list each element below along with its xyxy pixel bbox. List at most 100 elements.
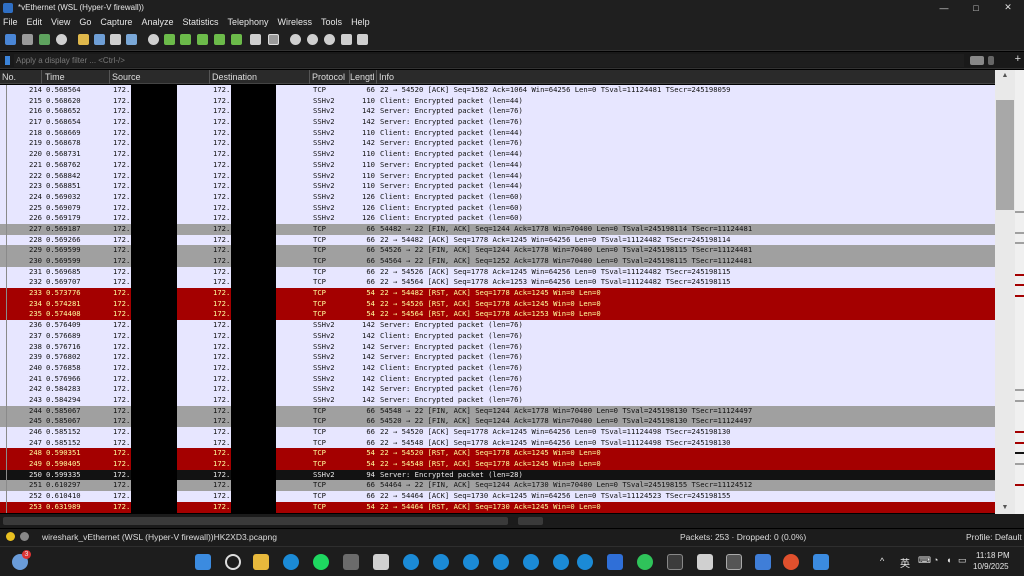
clock-date[interactable]: 10/9/2025 (973, 562, 1009, 571)
file-explorer-icon[interactable] (253, 554, 269, 570)
open-file-icon[interactable] (78, 34, 89, 45)
display-filter-bar: + (0, 52, 1024, 69)
menu-tools[interactable]: Tools (321, 17, 342, 27)
zoom-out-icon[interactable] (307, 34, 318, 45)
column-destination[interactable]: Destination (212, 72, 257, 82)
column-no[interactable]: No. (2, 72, 16, 82)
line-icon[interactable] (637, 554, 653, 570)
autoscroll-icon[interactable] (250, 34, 261, 45)
profile-label[interactable]: Profile: Default (966, 532, 1022, 542)
packet-no: 233 (29, 288, 42, 298)
keyboard-icon[interactable]: ⌨ (918, 555, 931, 566)
app-icon-e[interactable] (813, 554, 829, 570)
save-file-icon[interactable] (94, 34, 105, 45)
scroll-up-icon[interactable]: ▲ (996, 72, 1014, 80)
menu-go[interactable]: Go (79, 17, 91, 27)
edge-profile-icon-3[interactable] (463, 554, 479, 570)
menu-wireless[interactable]: Wireless (278, 17, 313, 27)
edge-profile-icon-7[interactable] (577, 554, 593, 570)
zoom-reset-icon[interactable] (324, 34, 335, 45)
packet-src: 172. (113, 373, 131, 383)
filter-history-icon[interactable] (988, 56, 994, 65)
menu-view[interactable]: View (51, 17, 70, 27)
display-filter-input[interactable] (14, 54, 964, 67)
restart-capture-icon[interactable] (39, 34, 50, 45)
go-last-icon[interactable] (231, 34, 242, 45)
reload-file-icon[interactable] (126, 34, 137, 45)
battery-icon[interactable]: ▭ (958, 555, 967, 566)
expert-info-icon[interactable] (6, 532, 15, 541)
packet-len: 126 (362, 191, 375, 201)
horizontal-scroll-thumb-secondary[interactable] (518, 517, 543, 525)
horizontal-scroll-thumb[interactable] (3, 517, 508, 525)
menu-help[interactable]: Help (351, 17, 370, 27)
wifi-icon[interactable]: ◔ (933, 555, 938, 565)
packet-list-scrollbar[interactable]: ▲ ▼ (995, 70, 1015, 514)
capture-comment-icon[interactable] (20, 532, 29, 541)
colorize-icon[interactable] (268, 34, 279, 45)
edge-profile-icon-6[interactable] (553, 554, 569, 570)
start-capture-icon[interactable] (5, 34, 16, 45)
packet-time: 0.568669 (46, 127, 81, 137)
menu-edit[interactable]: Edit (27, 17, 43, 27)
edge-profile-icon-5[interactable] (523, 554, 539, 570)
add-filter-button-icon[interactable]: + (1015, 53, 1021, 65)
app-icon-a[interactable] (343, 554, 359, 570)
column-source[interactable]: Source (112, 72, 141, 82)
close-icon[interactable]: ✕ (992, 0, 1024, 15)
capture-options-icon[interactable] (56, 34, 67, 45)
clock-time[interactable]: 11:18 PM (976, 551, 1010, 560)
expand-subtrees-icon[interactable] (357, 34, 368, 45)
edge-profile-icon-2[interactable] (433, 554, 449, 570)
close-file-icon[interactable] (110, 34, 121, 45)
minimize-icon[interactable]: — (928, 0, 960, 15)
go-to-packet-icon[interactable] (197, 34, 208, 45)
terminal-icon[interactable] (667, 554, 683, 570)
edge-profile-icon-4[interactable] (493, 554, 509, 570)
go-forward-icon[interactable] (180, 34, 191, 45)
apply-filter-icon[interactable] (970, 56, 984, 65)
stop-capture-icon[interactable] (22, 34, 33, 45)
search-icon[interactable] (225, 554, 241, 570)
app-icon-d[interactable] (783, 554, 799, 570)
app-icon-c[interactable] (697, 554, 713, 570)
tray-overflow-icon[interactable]: ^ (880, 556, 884, 566)
packet-src: 172. (113, 191, 131, 201)
packet-dst: 172. (213, 320, 231, 330)
packet-time: 0.610410 (46, 491, 81, 501)
wireshark-taskbar-icon[interactable] (755, 554, 771, 570)
snipping-tool-icon[interactable] (726, 554, 742, 570)
input-language[interactable]: 英 (900, 555, 910, 570)
spotify-icon[interactable] (313, 554, 329, 570)
packet-len: 66 (366, 266, 375, 276)
zoom-in-icon[interactable] (290, 34, 301, 45)
edge-icon[interactable] (283, 554, 299, 570)
menu-analyze[interactable]: Analyze (141, 17, 173, 27)
volume-icon[interactable]: ◖ (946, 555, 951, 565)
menu-statistics[interactable]: Statistics (182, 17, 218, 27)
go-first-icon[interactable] (214, 34, 225, 45)
column-time[interactable]: Time (45, 72, 65, 82)
app-icon-b[interactable] (373, 554, 389, 570)
go-back-icon[interactable] (164, 34, 175, 45)
horizontal-scrollbar[interactable] (0, 514, 1024, 528)
start-icon[interactable] (195, 554, 211, 570)
column-protocol[interactable]: Protocol (312, 72, 345, 82)
filter-bookmark-icon[interactable] (5, 56, 10, 65)
column-length[interactable]: Lengtl (350, 72, 375, 82)
destination-redaction (231, 85, 276, 513)
conversation-tree-line (6, 309, 7, 321)
find-packet-icon[interactable] (148, 34, 159, 45)
packet-minimap[interactable] (1015, 70, 1024, 514)
menu-capture[interactable]: Capture (100, 17, 132, 27)
packet-time: 0.610297 (46, 480, 81, 490)
maximize-icon[interactable]: □ (960, 0, 992, 15)
edge-profile-icon-1[interactable] (403, 554, 419, 570)
scrollbar-thumb[interactable] (996, 100, 1014, 210)
scroll-down-icon[interactable]: ▼ (996, 504, 1014, 512)
notepad-icon[interactable] (607, 554, 623, 570)
menu-telephony[interactable]: Telephony (227, 17, 268, 27)
resize-columns-icon[interactable] (341, 34, 352, 45)
menu-file[interactable]: File (3, 17, 18, 27)
column-info[interactable]: Info (379, 72, 394, 82)
